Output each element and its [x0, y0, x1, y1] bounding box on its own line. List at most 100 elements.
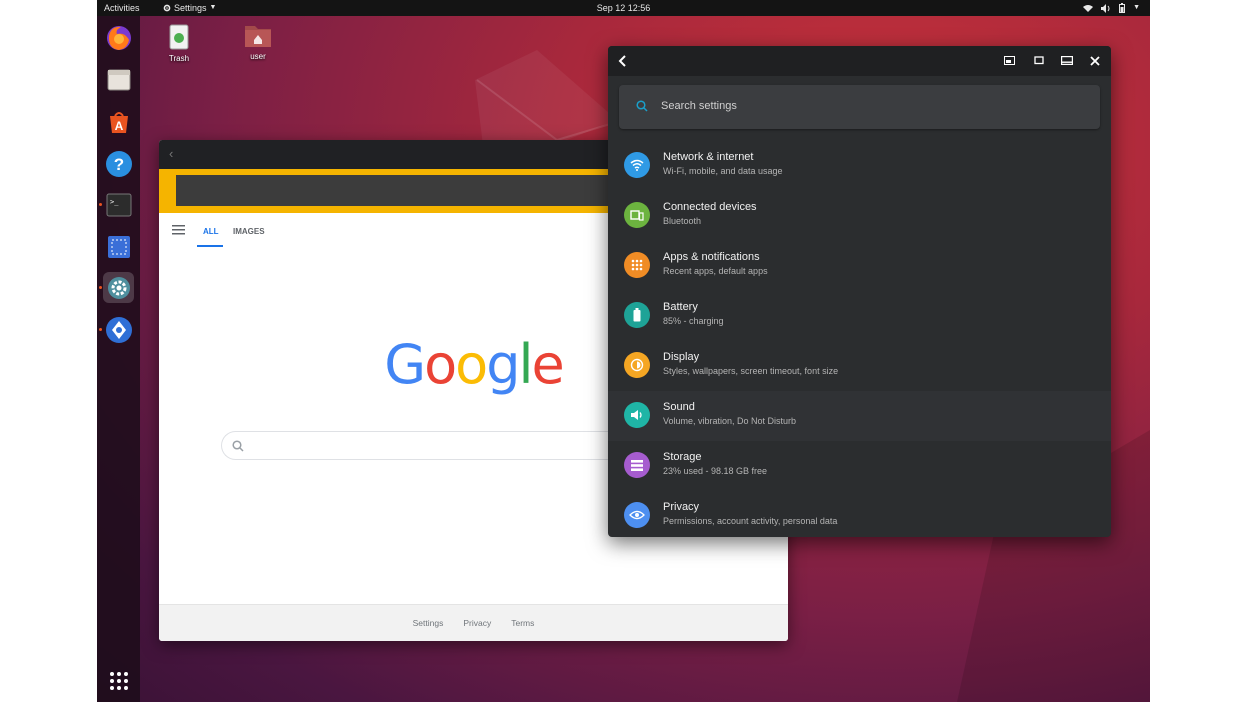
running-indicator [99, 328, 102, 331]
settings-item-title: Network & internet [663, 151, 754, 163]
software-icon: A [109, 111, 128, 133]
logo-letter: g [486, 333, 520, 396]
settings-window: Search settings Network & internet Wi-Fi… [608, 46, 1111, 537]
search-placeholder: Search settings [661, 100, 737, 112]
settings-item-network[interactable]: Network & internet Wi-Fi, mobile, and da… [608, 141, 1111, 191]
settings-item-storage[interactable]: Storage 23% used - 98.18 GB free [608, 441, 1111, 491]
settings-item-subtitle: 85% - charging [663, 316, 724, 326]
settings-item-battery[interactable]: Battery 85% - charging [608, 291, 1111, 341]
settings-item-title: Display [663, 351, 700, 363]
logo-letter: o [455, 333, 488, 396]
svg-text:A: A [114, 119, 123, 133]
desktop: Activities Settings ▼ Sep 12 12:56 ▼ A ? [97, 0, 1150, 702]
back-arrow-icon[interactable] [617, 55, 627, 67]
settings-item-icon-circle [624, 452, 650, 478]
logo-letter: l [518, 333, 533, 396]
devices-icon [630, 209, 644, 221]
terminal-icon: >_ [106, 193, 131, 216]
dock: A ? >_ [97, 16, 140, 702]
system-tray[interactable]: ▼ [1083, 0, 1140, 16]
firefox-icon [106, 25, 131, 50]
tab-all[interactable]: ALL [203, 227, 219, 236]
dock-files[interactable] [103, 64, 134, 95]
close-icon[interactable] [1090, 56, 1100, 66]
search-settings-input[interactable]: Search settings [619, 85, 1100, 129]
svg-text:?: ? [113, 155, 123, 174]
settings-item-subtitle: Volume, vibration, Do Not Disturb [663, 416, 797, 426]
address-bar[interactable] [176, 175, 616, 206]
search-box[interactable] [221, 431, 641, 460]
desktop-icon-trash[interactable]: Trash [149, 22, 209, 63]
menu-icon[interactable] [172, 225, 185, 237]
home-folder-icon [245, 26, 271, 47]
dock-show-apps[interactable] [103, 665, 134, 696]
clock[interactable]: Sep 12 12:56 [97, 0, 1150, 16]
battery-status-icon [1119, 3, 1126, 13]
settings-header [608, 46, 1111, 76]
settings-item-subtitle: 23% used - 98.18 GB free [663, 466, 768, 476]
tab-images[interactable]: IMAGES [233, 227, 265, 236]
settings-item-apps[interactable]: Apps & notifications Recent apps, defaul… [608, 241, 1111, 291]
settings-item-privacy[interactable]: Privacy Permissions, account activity, p… [608, 491, 1111, 537]
running-indicator [99, 203, 102, 206]
tab-active-underline [197, 245, 223, 247]
chevron-down-icon: ▼ [1133, 4, 1140, 11]
running-indicator [99, 286, 102, 289]
volume-icon [631, 410, 642, 420]
settings-item-subtitle: Recent apps, default apps [663, 266, 768, 276]
settings-item-icon-circle [624, 202, 650, 228]
maximize-window-icon[interactable] [1061, 56, 1073, 65]
dock-anbox[interactable] [103, 314, 134, 345]
dock-firefox[interactable] [103, 22, 134, 53]
footer-link-privacy[interactable]: Privacy [463, 618, 491, 628]
top-bar: Activities Settings ▼ Sep 12 12:56 ▼ [97, 0, 1150, 16]
logo-letter: o [424, 333, 457, 396]
apps-grid-icon [631, 259, 643, 271]
settings-item-icon-circle [624, 152, 650, 178]
settings-item-title: Privacy [663, 501, 700, 513]
logo-letter: G [384, 333, 426, 396]
settings-item-title: Connected devices [663, 201, 757, 213]
restore-window-icon[interactable] [1034, 56, 1044, 65]
picture-in-picture-icon[interactable] [1004, 56, 1015, 65]
logo-letter: e [531, 333, 565, 396]
help-icon: ? [105, 150, 132, 177]
settings-item-title: Battery [663, 301, 698, 313]
privacy-eye-icon [629, 510, 645, 520]
dock-screenshot[interactable] [103, 231, 134, 262]
settings-item-subtitle: Bluetooth [663, 216, 702, 226]
footer-link-settings[interactable]: Settings [413, 618, 444, 628]
search-icon [636, 100, 648, 112]
dock-software[interactable]: A [103, 106, 134, 137]
settings-item-icon-circle [624, 302, 650, 328]
storage-icon [631, 459, 643, 471]
settings-item-icon-circle [624, 352, 650, 378]
desktop-icon-label: user [250, 52, 266, 61]
settings-item-subtitle: Styles, wallpapers, screen timeout, font… [663, 366, 839, 376]
footer-link-terms[interactable]: Terms [511, 618, 534, 628]
settings-item-subtitle: Permissions, account activity, personal … [663, 516, 838, 526]
volume-status-icon [1101, 3, 1110, 13]
brightness-icon [630, 358, 644, 372]
back-arrow-icon[interactable]: ‹ [169, 146, 173, 161]
settings-item-title: Apps & notifications [663, 251, 760, 263]
screenshot-icon [107, 235, 130, 258]
settings-item-sound[interactable]: Sound Volume, vibration, Do Not Disturb [608, 391, 1111, 441]
battery-icon [633, 308, 641, 322]
show-apps-icon [109, 671, 128, 690]
settings-item-subtitle: Wi-Fi, mobile, and data usage [663, 166, 783, 176]
search-icon [232, 440, 244, 452]
settings-icon [107, 276, 130, 299]
trash-icon [169, 24, 189, 50]
wifi-status-icon [1083, 5, 1094, 12]
settings-item-connected-devices[interactable]: Connected devices Bluetooth [608, 191, 1111, 241]
settings-item-icon-circle [624, 402, 650, 428]
browser-footer: Settings Privacy Terms [159, 604, 788, 641]
dock-terminal[interactable]: >_ [103, 189, 134, 220]
settings-item-icon-circle [624, 252, 650, 278]
dock-settings[interactable] [103, 272, 134, 303]
wifi-icon [630, 159, 644, 171]
settings-item-display[interactable]: Display Styles, wallpapers, screen timeo… [608, 341, 1111, 391]
dock-help[interactable]: ? [103, 148, 134, 179]
desktop-icon-user[interactable]: user [228, 22, 288, 61]
